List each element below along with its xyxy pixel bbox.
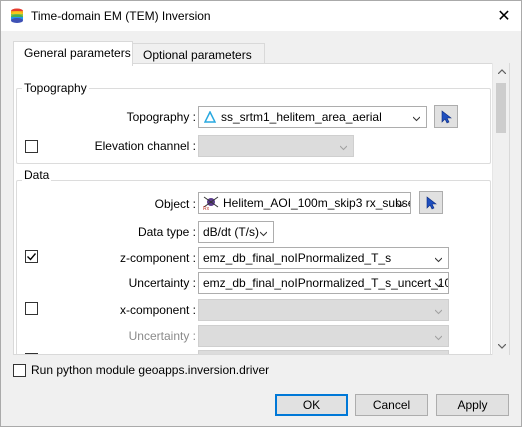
y-component-combo[interactable] — [198, 350, 449, 354]
z-uncertainty-label: Uncertainty : — [128, 276, 196, 290]
object-select-button[interactable] — [419, 191, 443, 214]
object-label: Object : — [154, 197, 196, 211]
data-type-value: dB/dt (T/s) — [203, 225, 260, 239]
chevron-down-icon — [435, 282, 442, 288]
cursor-arrow-icon — [426, 195, 437, 209]
panel-scrollbar[interactable] — [492, 63, 509, 355]
chevron-down-icon — [340, 145, 347, 151]
z-component-checkbox[interactable] — [25, 250, 38, 263]
data-type-combo[interactable]: dB/dt (T/s) — [198, 221, 274, 243]
title-bar: Time-domain EM (TEM) Inversion ✕ — [1, 1, 521, 31]
topography-group-title: Topography — [22, 81, 89, 95]
chevron-up-icon — [497, 69, 506, 74]
survey-icon: Rx — [203, 196, 219, 211]
chevron-down-icon — [497, 344, 506, 349]
topography-value: ss_srtm1_helitem_area_aerial — [221, 110, 382, 124]
scroll-thumb[interactable] — [496, 83, 506, 133]
apply-button[interactable]: Apply — [436, 394, 509, 416]
data-type-label: Data type : — [137, 225, 196, 239]
topography-combo[interactable]: ss_srtm1_helitem_area_aerial — [198, 106, 427, 128]
chevron-down-icon — [435, 309, 442, 315]
chevron-down-icon — [260, 231, 267, 237]
x-component-combo[interactable] — [198, 299, 449, 321]
elevation-channel-label: Elevation channel : — [94, 139, 196, 153]
tab-general-parameters[interactable]: General parameters — [13, 41, 133, 66]
cancel-button[interactable]: Cancel — [355, 394, 428, 416]
run-python-checkbox[interactable] — [13, 364, 26, 377]
chevron-down-icon — [413, 116, 420, 122]
object-combo[interactable]: Rx Helitem_AOI_100m_skip3 rx_subset — [198, 192, 411, 214]
window-title: Time-domain EM (TEM) Inversion — [31, 9, 211, 23]
chevron-down-icon — [435, 335, 442, 341]
data-group-title: Data — [22, 168, 52, 182]
dialog-window: Time-domain EM (TEM) Inversion ✕ General… — [0, 0, 522, 427]
x-component-checkbox[interactable] — [25, 302, 38, 315]
z-component-value: emz_db_final_noIPnormalized_T_s — [203, 251, 392, 265]
scroll-down-button[interactable] — [493, 338, 510, 355]
general-parameters-panel: Topography Topography : ss_srtm1_helitem… — [13, 63, 510, 355]
z-component-combo[interactable]: emz_db_final_noIPnormalized_T_s — [198, 247, 449, 269]
z-component-label: z-component : — [119, 251, 196, 265]
object-value: Helitem_AOI_100m_skip3 rx_subset — [223, 196, 411, 210]
x-uncertainty-combo[interactable] — [198, 325, 449, 347]
checkmark-icon — [27, 253, 37, 261]
chevron-down-icon — [435, 257, 442, 263]
topography-select-button[interactable] — [434, 105, 458, 128]
close-icon: ✕ — [497, 8, 511, 25]
y-component-checkbox[interactable] — [25, 353, 38, 354]
close-button[interactable]: ✕ — [487, 1, 521, 31]
chevron-down-icon — [397, 202, 404, 208]
elevation-channel-combo[interactable] — [198, 135, 354, 157]
x-component-label: x-component : — [119, 303, 196, 317]
scroll-up-button[interactable] — [493, 63, 510, 80]
svg-text:Rx: Rx — [203, 206, 210, 211]
app-icon — [11, 8, 23, 23]
z-uncertainty-value: emz_db_final_noIPnormalized_T_s_uncert_1… — [203, 276, 449, 290]
topography-label: Topography : — [126, 110, 196, 124]
surface-icon — [204, 111, 216, 123]
cursor-arrow-icon — [441, 109, 452, 123]
tab-optional-parameters[interactable]: Optional parameters — [132, 43, 265, 65]
x-uncertainty-label: Uncertainty : — [128, 329, 196, 343]
z-uncertainty-combo[interactable]: emz_db_final_noIPnormalized_T_s_uncert_1… — [198, 272, 449, 294]
run-python-label: Run python module geoapps.inversion.driv… — [31, 363, 270, 377]
elevation-channel-checkbox[interactable] — [25, 140, 38, 153]
ok-button[interactable]: OK — [275, 394, 348, 416]
